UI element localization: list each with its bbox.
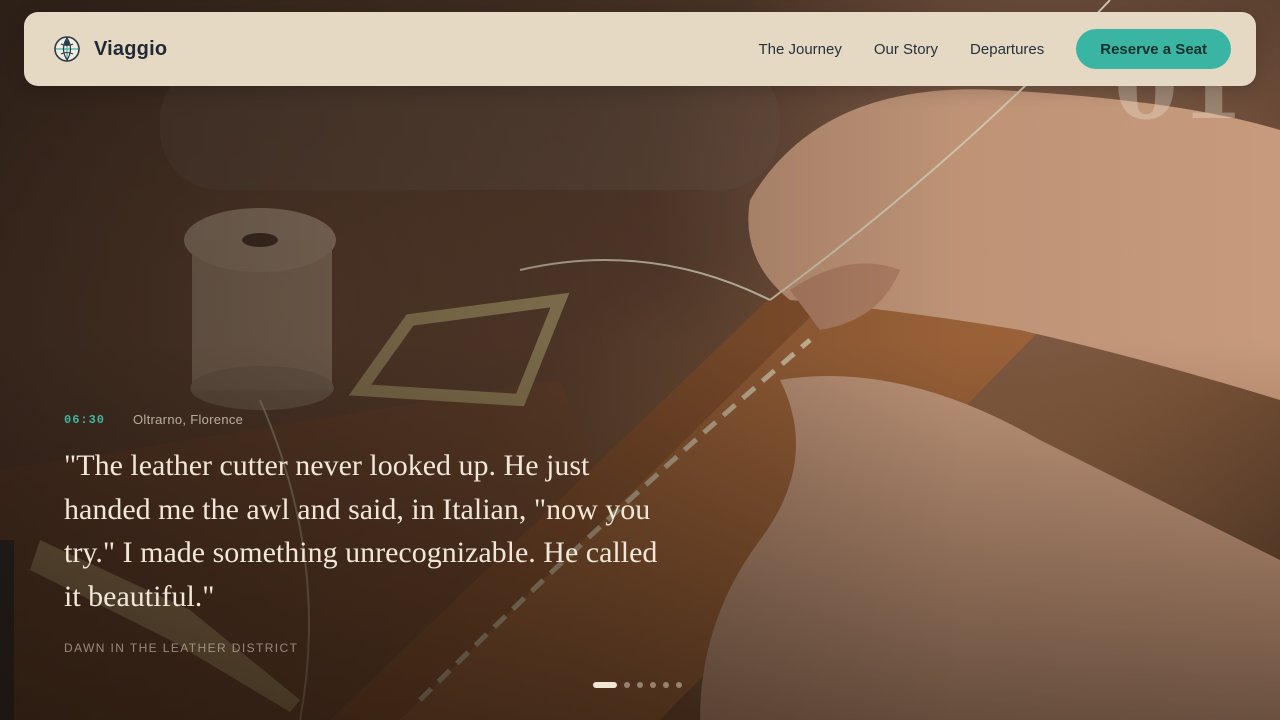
slide-dot[interactable]: [676, 682, 682, 688]
brand[interactable]: Viaggio: [52, 34, 167, 64]
slide-dot[interactable]: [650, 682, 656, 688]
reserve-seat-button[interactable]: Reserve a Seat: [1076, 29, 1231, 69]
slide-pagination: [593, 682, 682, 688]
top-navbar: Viaggio The Journey Our Story Departures…: [24, 12, 1256, 86]
story-time: 06:30: [64, 412, 106, 427]
slide-dot[interactable]: [637, 682, 643, 688]
story-caption: Dawn in the leather district: [64, 641, 299, 655]
story-meta: 06:30 Oltrarno, Florence: [64, 412, 243, 427]
nav-link-departures[interactable]: Departures: [970, 41, 1044, 58]
nav-link-our-story[interactable]: Our Story: [874, 41, 938, 58]
brand-name: Viaggio: [94, 37, 168, 60]
slide-dot[interactable]: [624, 682, 630, 688]
slide-dot[interactable]: [663, 682, 669, 688]
nav-link-the-journey[interactable]: The Journey: [758, 41, 841, 58]
globe-emblem-icon: [54, 36, 80, 62]
nav-links: The Journey Our Story Departures Reserve…: [758, 29, 1231, 69]
slide-dot[interactable]: [593, 682, 617, 688]
story-quote: "The leather cutter never looked up. He …: [64, 449, 658, 613]
story-location: Oltrarno, Florence: [133, 412, 244, 427]
